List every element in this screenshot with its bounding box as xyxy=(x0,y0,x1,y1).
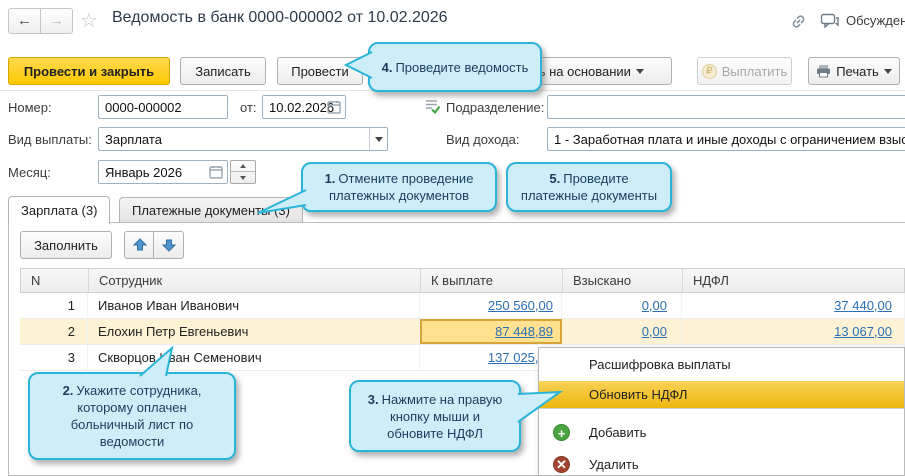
number-input[interactable]: 0000-000002 xyxy=(98,95,228,119)
payroll-sheet-window: ← → ☆ Ведомость в банк 0000-000002 от 10… xyxy=(0,0,905,476)
forward-button[interactable]: → xyxy=(40,8,73,34)
calendar-icon[interactable] xyxy=(209,165,223,179)
table-row[interactable]: 1 Иванов Иван Иванович 250 560,00 0,00 3… xyxy=(20,293,905,319)
table-header-row: N Сотрудник К выплате Взыскано НДФЛ xyxy=(20,268,905,293)
discussions-label[interactable]: Обсужден xyxy=(846,13,905,28)
ruble-coin-icon: ₽ xyxy=(701,63,717,79)
col-header-ndfl[interactable]: НДФЛ xyxy=(683,269,905,292)
arrow-down-icon xyxy=(161,239,176,252)
callout-step3-pointer xyxy=(517,390,564,423)
triangle-up-icon xyxy=(240,164,246,168)
cell-collected-link[interactable]: 0,00 xyxy=(642,324,667,339)
menu-item-payment-details[interactable]: Расшифровка выплаты xyxy=(539,351,904,379)
cell-ndfl-link[interactable]: 37 440,00 xyxy=(834,298,892,313)
col-header-pay[interactable]: К выплате xyxy=(421,269,563,292)
date-input[interactable]: 10.02.2026 xyxy=(262,95,346,119)
col-header-n[interactable]: N xyxy=(21,269,89,292)
favorite-star-icon[interactable]: ☆ xyxy=(80,8,98,33)
callout-step3: 3. Нажмите на правую кнопку мыши и обнови… xyxy=(349,380,521,452)
pay-button: ₽ Выплатить xyxy=(697,57,792,85)
page-title: Ведомость в банк 0000-000002 от 10.02.20… xyxy=(112,9,448,26)
income-kind-label: Вид дохода: xyxy=(446,132,520,147)
link-icon[interactable] xyxy=(789,12,808,31)
stepper-up-button[interactable] xyxy=(231,161,255,172)
cell-collected-link[interactable]: 0,00 xyxy=(642,298,667,313)
stepper-down-button[interactable] xyxy=(231,172,255,183)
callout-step4-pointer xyxy=(343,51,373,79)
context-menu: Расшифровка выплаты Обновить НДФЛ + Доба… xyxy=(538,347,905,476)
chevron-down-icon xyxy=(635,68,644,74)
number-label: Номер: xyxy=(8,100,52,115)
pay-kind-select[interactable]: Зарплата xyxy=(98,127,388,151)
chevron-down-icon xyxy=(374,136,383,142)
department-label: Подразделение: xyxy=(446,100,545,115)
delete-icon: ✕ xyxy=(553,456,570,473)
department-input[interactable] xyxy=(547,95,905,119)
routing-icon[interactable] xyxy=(424,98,440,114)
income-kind-input[interactable]: 1 - Заработная плата и иные доходы с огр… xyxy=(547,127,905,151)
callout-step5: 5. Проведите платежные документы xyxy=(506,162,672,212)
table-row-selected[interactable]: 2 Елохин Петр Евгеньевич 87 448,89 0,00 … xyxy=(20,319,905,345)
col-header-collected[interactable]: Взыскано xyxy=(563,269,683,292)
month-stepper[interactable] xyxy=(230,160,256,184)
calendar-icon[interactable] xyxy=(327,100,341,114)
callout-step1: 1. Отмените проведение платежных документ… xyxy=(301,162,497,212)
month-label: Месяц: xyxy=(8,165,51,180)
arrow-up-icon xyxy=(132,238,147,251)
dropdown-button[interactable] xyxy=(369,128,387,150)
selected-cell[interactable]: 87 448,89 xyxy=(420,319,562,344)
menu-item-add[interactable]: + Добавить xyxy=(539,419,904,447)
move-down-button[interactable] xyxy=(153,231,184,259)
cell-employee[interactable]: Елохин Петр Евгеньевич xyxy=(88,319,420,344)
triangle-down-icon xyxy=(240,175,246,180)
pay-kind-label: Вид выплаты: xyxy=(8,132,92,147)
cell-employee[interactable]: Иванов Иван Иванович xyxy=(88,293,420,318)
cell-ndfl-link[interactable]: 13 067,00 xyxy=(834,324,892,339)
back-button[interactable]: ← xyxy=(8,8,41,34)
callout-step1-pointer xyxy=(257,189,307,214)
save-button[interactable]: Записать xyxy=(180,57,266,85)
printer-icon xyxy=(817,65,831,78)
fill-button[interactable]: Заполнить xyxy=(20,231,112,259)
callout-step2-pointer xyxy=(139,345,174,377)
back-arrow-icon: ← xyxy=(17,12,32,29)
callout-step2: 2. Укажите сотрудника, которому оплачен б… xyxy=(28,372,236,460)
month-input[interactable]: Январь 2026 xyxy=(98,160,228,184)
cell-n: 3 xyxy=(20,345,88,370)
tab-salary[interactable]: Зарплата (3) xyxy=(8,196,111,224)
post-and-close-button[interactable]: Провести и закрыть xyxy=(8,57,170,85)
menu-item-update-ndfl[interactable]: Обновить НДФЛ xyxy=(539,381,904,409)
discussions-icon[interactable] xyxy=(820,12,840,30)
cell-n: 2 xyxy=(20,319,88,344)
cell-n: 1 xyxy=(20,293,88,318)
print-button[interactable]: Печать xyxy=(808,57,900,85)
menu-item-delete[interactable]: ✕ Удалить xyxy=(539,451,904,476)
date-label: от: xyxy=(240,100,257,115)
col-header-employee[interactable]: Сотрудник xyxy=(89,269,421,292)
move-up-button[interactable] xyxy=(124,231,155,259)
chevron-down-icon xyxy=(883,68,892,74)
forward-arrow-icon: → xyxy=(49,12,64,29)
cell-pay-link[interactable]: 250 560,00 xyxy=(488,298,553,313)
callout-step4: 4. Проведите ведомость xyxy=(368,42,542,92)
